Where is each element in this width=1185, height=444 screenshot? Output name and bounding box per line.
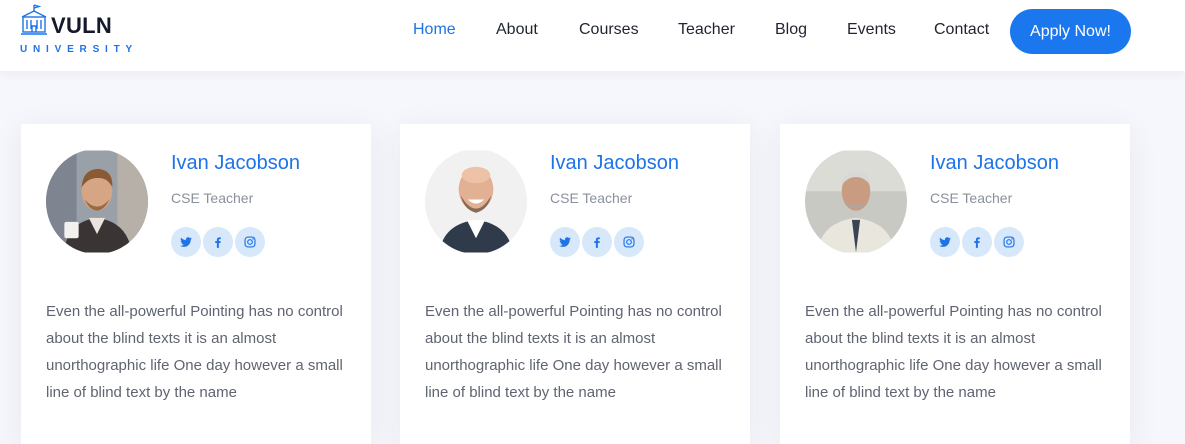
instagram-icon[interactable]: [614, 227, 644, 257]
teacher-name: Ivan Jacobson: [550, 152, 679, 174]
portrait-image: [425, 150, 527, 253]
nav-contact[interactable]: Contact: [934, 21, 989, 39]
teacher-photo: [46, 149, 148, 254]
nav-events[interactable]: Events: [847, 21, 896, 39]
nav-home[interactable]: Home: [413, 21, 456, 39]
twitter-icon[interactable]: [550, 227, 580, 257]
teacher-card: Ivan Jacobson CSE Teacher Even the all-p…: [21, 124, 371, 444]
brand-name: VULN: [51, 13, 113, 38]
teacher-role: CSE Teacher: [930, 190, 1013, 206]
twitter-icon[interactable]: [171, 227, 201, 257]
facebook-icon[interactable]: [962, 227, 992, 257]
portrait-image: [805, 150, 907, 253]
portrait-image: [46, 150, 148, 253]
site-logo[interactable]: VULN UNIVERSITY: [19, 4, 159, 56]
instagram-icon[interactable]: [994, 227, 1024, 257]
teacher-card: Ivan Jacobson CSE Teacher Even the all-p…: [780, 124, 1130, 444]
nav-blog[interactable]: Blog: [775, 21, 807, 39]
nav-teacher[interactable]: Teacher: [678, 21, 735, 39]
facebook-icon[interactable]: [203, 227, 233, 257]
university-building-icon: [21, 4, 47, 35]
facebook-icon[interactable]: [582, 227, 612, 257]
nav-courses[interactable]: Courses: [579, 21, 639, 39]
teacher-photo: [425, 149, 527, 254]
teacher-name: Ivan Jacobson: [930, 152, 1059, 174]
teacher-bio: Even the all-powerful Pointing has no co…: [425, 303, 722, 401]
instagram-icon[interactable]: [235, 227, 265, 257]
nav-about[interactable]: About: [496, 21, 538, 39]
twitter-icon[interactable]: [930, 227, 960, 257]
apply-now-button[interactable]: Apply Now!: [1010, 9, 1131, 54]
teacher-card: Ivan Jacobson CSE Teacher Even the all-p…: [400, 124, 750, 444]
teacher-role: CSE Teacher: [171, 190, 254, 206]
teacher-bio: Even the all-powerful Pointing has no co…: [46, 303, 343, 401]
site-header: VULN UNIVERSITY Home About Courses Teach…: [0, 0, 1185, 71]
teacher-role: CSE Teacher: [550, 190, 633, 206]
teacher-name: Ivan Jacobson: [171, 152, 300, 174]
teacher-photo: [805, 149, 907, 254]
teacher-bio: Even the all-powerful Pointing has no co…: [805, 303, 1102, 401]
brand-tagline: UNIVERSITY: [20, 44, 139, 55]
